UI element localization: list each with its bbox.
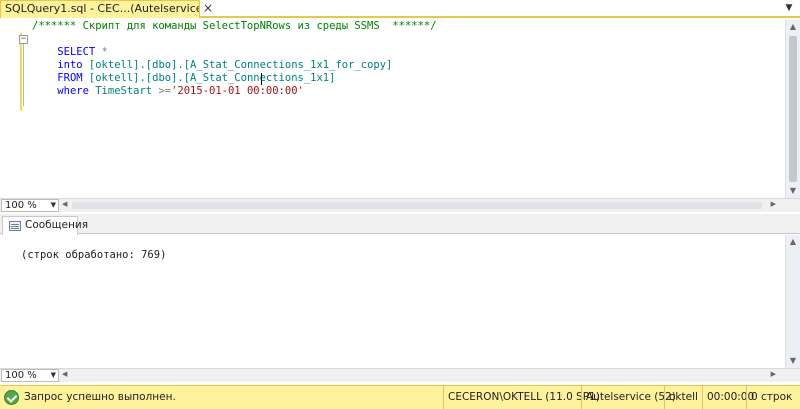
query-editor[interactable]: − /****** Скрипт для команды SelectTopNR… (0, 20, 785, 198)
where-column: TimeStart (88, 85, 153, 97)
scroll-up-icon[interactable]: ▲ (786, 235, 800, 249)
outline-line (23, 44, 24, 106)
status-rows: 0 строк (746, 386, 796, 409)
success-check-icon (4, 390, 19, 405)
rows-affected-message: (строк обработано: 769) (21, 249, 167, 261)
tab-messages[interactable]: Сообщения (2, 216, 88, 235)
text-caret (261, 73, 262, 85)
chevron-down-icon: ▼ (50, 201, 56, 209)
close-icon[interactable]: × (201, 1, 215, 15)
messages-icon (9, 221, 21, 231)
editor-zoom-row: 100 % ▼ ◀ ▶ (0, 198, 800, 212)
editor-zoom-value: 100 % (5, 200, 37, 211)
code-line-where: where TimeStart >='2015-01-01 00:00:00' (32, 72, 304, 97)
results-tabstrip: Сообщения (0, 214, 800, 235)
code-line-from: FROM [oktell].[dbo].[A_Stat_Connections_… (32, 59, 335, 84)
tab-messages-label: Сообщения (25, 219, 89, 231)
messages-zoom-value: 100 % (5, 370, 37, 381)
editor-hscroll-thumb[interactable] (72, 202, 762, 209)
changed-lines-marker (20, 33, 22, 111)
messages-pane[interactable]: (строк обработано: 769) (0, 235, 785, 368)
scroll-up-icon[interactable]: ▲ (786, 20, 800, 34)
messages-vertical-scrollbar[interactable]: ▲ ▼ (785, 235, 800, 368)
chevron-down-icon[interactable]: ▼ (782, 1, 796, 15)
scroll-down-icon[interactable]: ▼ (786, 184, 800, 198)
scroll-left-icon[interactable]: ◀ (62, 200, 67, 208)
scroll-right-icon[interactable]: ▶ (771, 370, 776, 378)
collapse-icon[interactable]: − (19, 35, 28, 44)
scroll-left-icon[interactable]: ◀ (62, 370, 67, 378)
chevron-down-icon: ▼ (50, 371, 56, 379)
messages-zoom-row: 100 % ▼ ◀ ▶ (0, 368, 800, 382)
status-bar: Запрос успешно выполнен. CECERON\OKTELL … (0, 385, 800, 409)
scroll-right-icon[interactable]: ▶ (771, 200, 776, 208)
scroll-down-icon[interactable]: ▼ (786, 354, 800, 368)
editor-scroll-thumb[interactable] (789, 36, 797, 182)
keyword-where: where (57, 85, 89, 97)
status-database: oktell (664, 386, 702, 409)
where-value: '2015-01-01 00:00:00' (171, 85, 304, 97)
status-message: Запрос успешно выполнен. (24, 391, 176, 403)
editor-vertical-scrollbar[interactable]: ▲ ▼ (785, 20, 800, 198)
messages-zoom-select[interactable]: 100 % ▼ (1, 369, 59, 382)
status-server: CECERON\OKTELL (11.0 SP1) (443, 386, 604, 409)
where-operator: >= (152, 85, 172, 97)
code-comment: /****** Скрипт для команды SelectTopNRow… (32, 20, 437, 32)
tab-sqlquery1[interactable]: SQLQuery1.sql - CEC...(Autelservice (52)… (0, 0, 200, 18)
document-tabstrip: SQLQuery1.sql - CEC...(Autelservice (52)… (0, 0, 800, 18)
code-line-into: into [oktell].[dbo].[A_Stat_Connections_… (32, 46, 392, 71)
tab-title: SQLQuery1.sql - CEC...(Autelservice (52)… (5, 2, 200, 15)
editor-zoom-select[interactable]: 100 % ▼ (1, 199, 59, 212)
code-line-select: SELECT * (32, 33, 108, 58)
